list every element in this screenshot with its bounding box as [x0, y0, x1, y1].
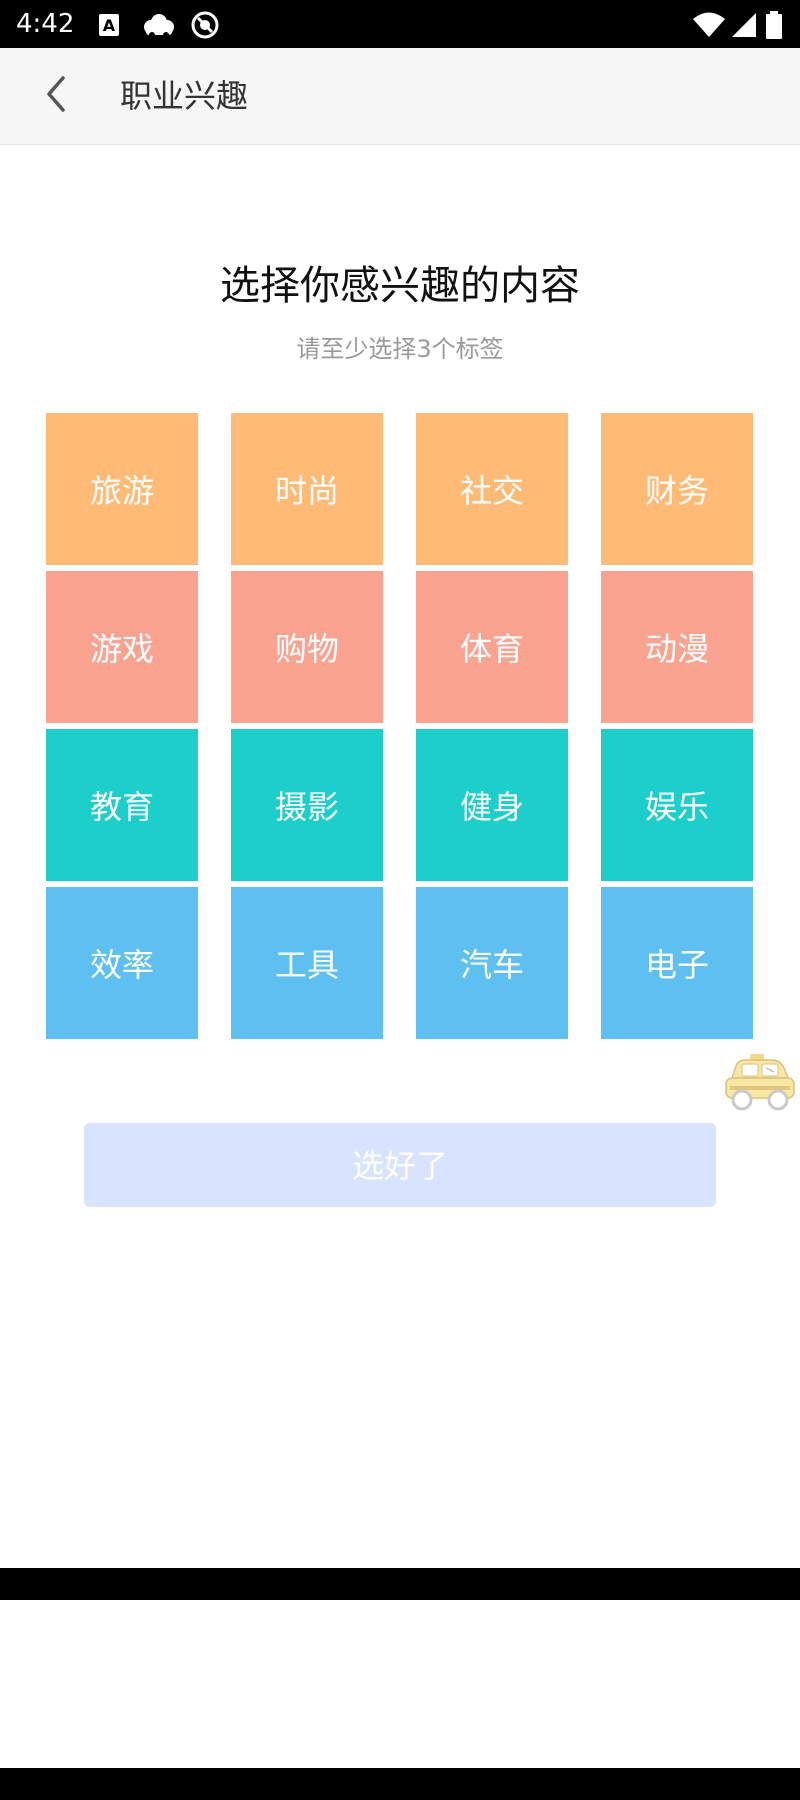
svg-text:A: A — [103, 16, 116, 35]
cell-signal-icon — [730, 10, 758, 40]
interest-tag[interactable]: 购物 — [231, 571, 383, 723]
chevron-left-icon — [41, 74, 71, 118]
status-bar: 4:42 A — [0, 0, 800, 48]
app-bar: 职业兴趣 — [0, 48, 800, 145]
interest-subheading: 请至少选择3个标签 — [296, 335, 504, 363]
interest-tag[interactable]: 时尚 — [231, 413, 383, 565]
interest-tag[interactable]: 体育 — [416, 571, 568, 723]
cloud-icon — [140, 10, 176, 40]
interest-tag[interactable]: 教育 — [46, 729, 198, 881]
status-time: 4:42 — [16, 9, 75, 39]
wifi-icon — [692, 10, 726, 40]
interest-tag[interactable]: 旅游 — [46, 413, 198, 565]
interest-tag[interactable]: 动漫 — [601, 571, 753, 723]
interest-tag[interactable]: 电子 — [601, 887, 753, 1039]
interest-tag[interactable]: 社交 — [416, 413, 568, 565]
interest-tag[interactable]: 工具 — [231, 887, 383, 1039]
interest-heading: 选择你感兴趣的内容 — [220, 263, 580, 309]
interest-tag[interactable]: 娱乐 — [601, 729, 753, 881]
interest-tag[interactable]: 游戏 — [46, 571, 198, 723]
interest-tag[interactable]: 效率 — [46, 887, 198, 1039]
interest-tag[interactable]: 汽车 — [416, 887, 568, 1039]
bottom-divider-band — [0, 1568, 800, 1600]
vpn-icon — [190, 10, 220, 40]
interest-tag[interactable]: 健身 — [416, 729, 568, 881]
text-a-icon: A — [96, 10, 126, 40]
confirm-selection-button[interactable]: 选好了 — [84, 1123, 716, 1207]
interest-tag[interactable]: 摄影 — [231, 729, 383, 881]
page-title: 职业兴趣 — [120, 77, 249, 115]
navigation-bar — [0, 1768, 800, 1800]
battery-icon — [764, 10, 784, 40]
interest-tag[interactable]: 财务 — [601, 413, 753, 565]
taxi-icon[interactable] — [722, 1052, 798, 1114]
back-button[interactable] — [26, 66, 86, 126]
interest-tag-grid: 旅游 时尚 社交 财务 游戏 购物 体育 动漫 教育 摄影 健身 娱乐 效率 工… — [46, 413, 753, 1039]
